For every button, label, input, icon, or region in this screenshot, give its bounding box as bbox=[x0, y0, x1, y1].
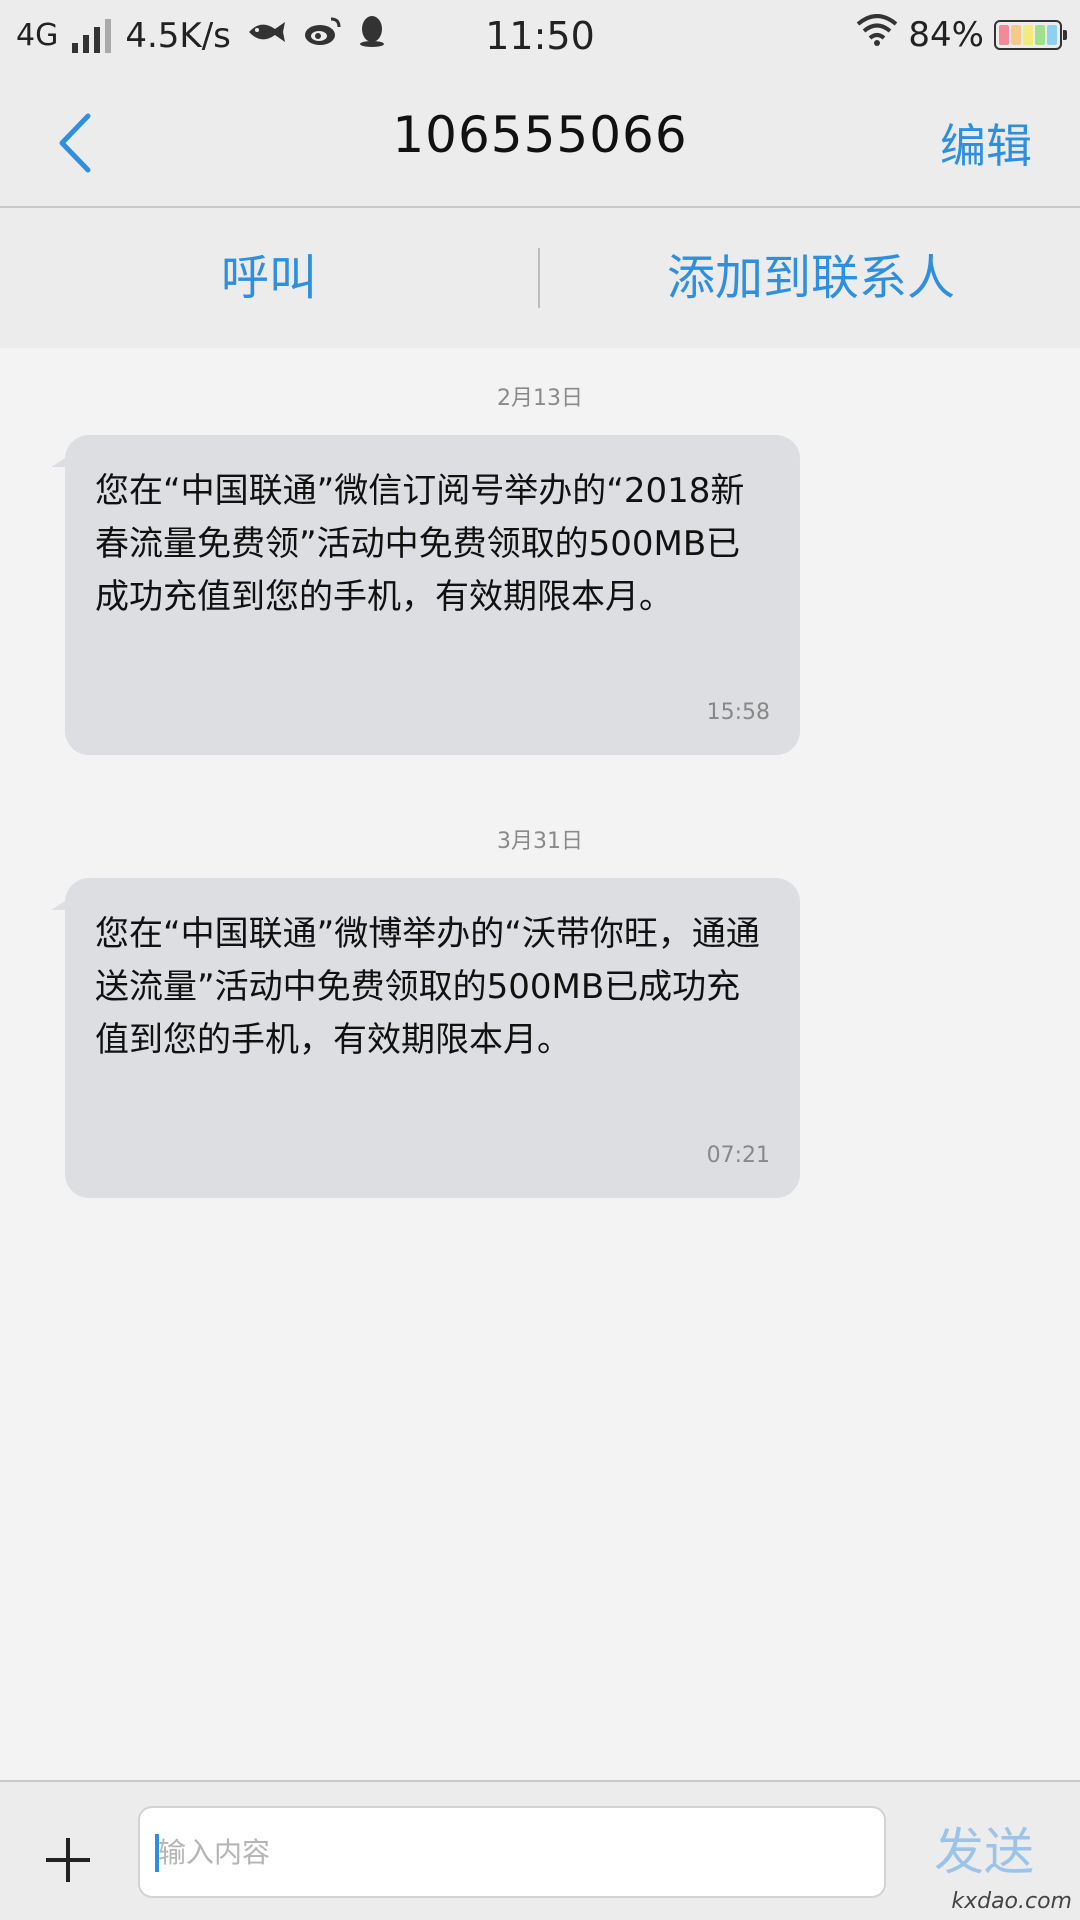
message-bubble[interactable]: 您在“中国联通”微信订阅号举办的“2018新春流量免费领”活动中免费领取的500… bbox=[51, 435, 800, 755]
date-separator: 3月31日 bbox=[497, 829, 583, 854]
watermark: kxdao.com bbox=[951, 1889, 1072, 1914]
call-button[interactable]: 呼叫 bbox=[0, 208, 538, 348]
text-caret bbox=[155, 1834, 159, 1872]
edit-button[interactable]: 编辑 bbox=[940, 110, 1032, 176]
nav-bar: 106555066 编辑 bbox=[0, 76, 1080, 208]
bubble-tail bbox=[51, 896, 73, 910]
message-time: 15:58 bbox=[706, 700, 770, 725]
message-time: 07:21 bbox=[706, 1143, 770, 1168]
send-button[interactable]: 发送 bbox=[934, 1812, 1034, 1884]
bubble-tail bbox=[51, 453, 73, 467]
battery-percent: 84% bbox=[908, 14, 984, 55]
divider bbox=[538, 248, 540, 308]
message-input[interactable] bbox=[138, 1806, 886, 1898]
compose-bar: 发送 bbox=[0, 1780, 1080, 1920]
contact-action-bar: 呼叫 添加到联系人 bbox=[0, 208, 1080, 348]
status-right: 84% bbox=[856, 14, 1067, 55]
add-to-contacts-button[interactable]: 添加到联系人 bbox=[542, 208, 1080, 348]
message-text: 您在“中国联通”微博举办的“沃带你旺，通通送流量”活动中免费领取的500MB已成… bbox=[95, 914, 760, 1060]
battery-icon bbox=[994, 19, 1067, 50]
message-bubble[interactable]: 您在“中国联通”微博举办的“沃带你旺，通通送流量”活动中免费领取的500MB已成… bbox=[51, 878, 800, 1198]
status-bar: 4G 4.5K/s 11:50 84% bbox=[0, 0, 1080, 76]
date-separator: 2月13日 bbox=[497, 386, 583, 411]
plus-icon[interactable] bbox=[46, 1838, 90, 1882]
wifi-icon bbox=[856, 14, 898, 55]
message-text: 您在“中国联通”微信订阅号举办的“2018新春流量免费领”活动中免费领取的500… bbox=[95, 471, 745, 617]
page-title: 106555066 bbox=[392, 106, 688, 164]
